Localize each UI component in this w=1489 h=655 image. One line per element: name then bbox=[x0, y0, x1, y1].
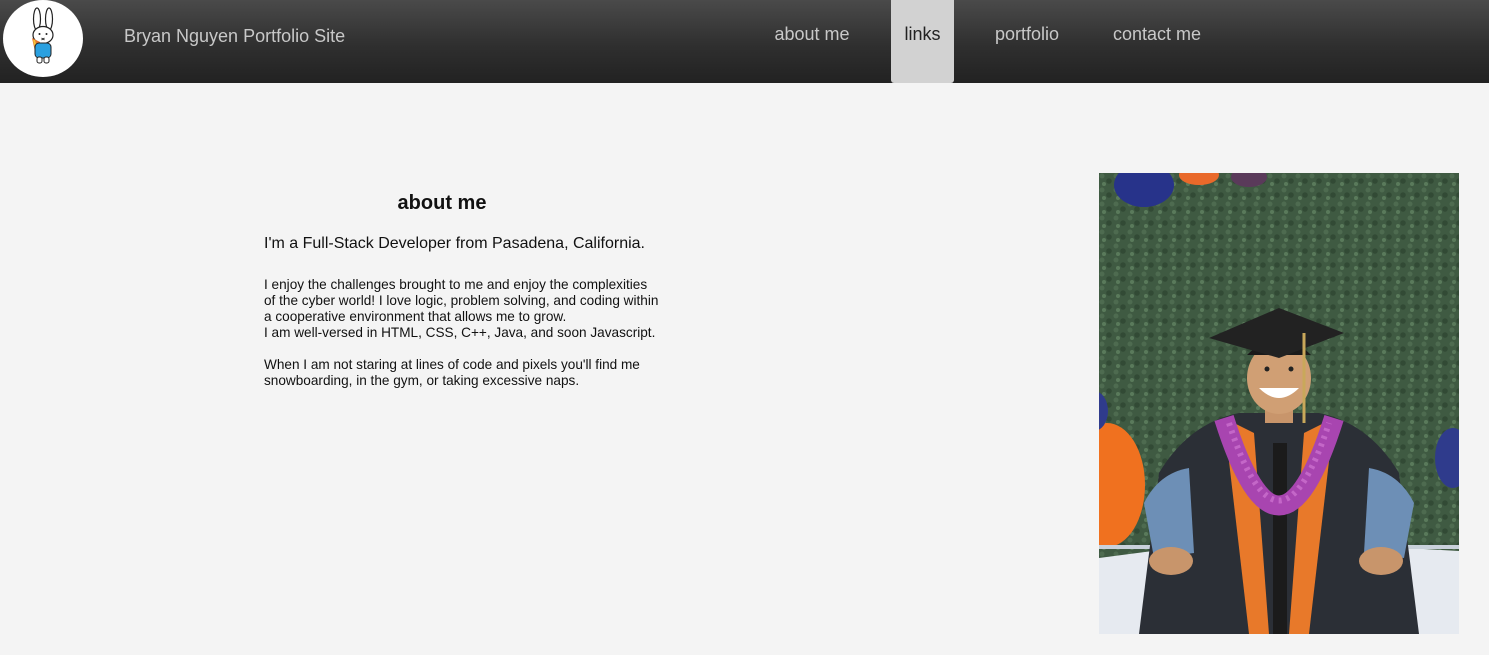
bunny-logo-icon[interactable] bbox=[3, 0, 83, 77]
about-line: of the cyber world! I love logic, proble… bbox=[264, 293, 659, 308]
nav-portfolio[interactable]: portfolio bbox=[983, 0, 1071, 83]
about-line: I am well-versed in HTML, CSS, C++, Java… bbox=[264, 325, 656, 340]
site-title[interactable]: Bryan Nguyen Portfolio Site bbox=[124, 26, 345, 47]
about-line: a cooperative environment that allows me… bbox=[264, 309, 567, 324]
nav-about-me[interactable]: about me bbox=[761, 0, 863, 83]
about-line: When I am not staring at lines of code a… bbox=[264, 357, 640, 372]
nav-links[interactable]: links bbox=[891, 0, 954, 83]
profile-photo bbox=[1099, 173, 1459, 634]
about-intro: I'm a Full-Stack Developer from Pasadena… bbox=[264, 235, 645, 252]
about-line: snowboarding, in the gym, or taking exce… bbox=[264, 373, 580, 388]
top-navbar: Bryan Nguyen Portfolio Site about me lin… bbox=[0, 0, 1489, 83]
about-line: I enjoy the challenges brought to me and… bbox=[264, 277, 648, 292]
about-heading: about me bbox=[397, 192, 487, 214]
nav-contact-me[interactable]: contact me bbox=[1101, 0, 1213, 83]
about-body: I enjoy the challenges brought to me and… bbox=[264, 277, 694, 389]
